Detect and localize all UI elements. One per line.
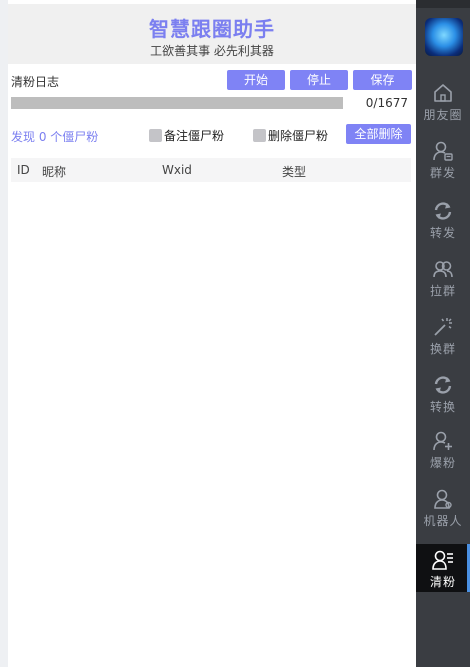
header: 智慧跟圈助手 工欲善其事 必先利其器: [8, 4, 416, 64]
left-edge: [0, 0, 8, 667]
main-panel: 智慧跟圈助手 工欲善其事 必先利其器 清粉日志 开始 停止 保存 0/1677 …: [0, 0, 416, 667]
sidebar-item-label: 换群: [429, 342, 456, 356]
note-zombie-label: 备注僵尸粉: [164, 129, 225, 143]
sidebar-item-label: 拉群: [429, 284, 456, 298]
sidebar-item-pull-group[interactable]: 拉群: [416, 258, 470, 306]
table-header: ID 昵称 Wxid 类型: [11, 158, 411, 182]
column-type[interactable]: 类型: [282, 163, 306, 180]
app-title: 智慧跟圈助手: [149, 17, 275, 41]
sidebar-item-switch-group[interactable]: 换群: [416, 316, 470, 364]
column-id[interactable]: ID: [17, 163, 30, 177]
user-message-icon: [433, 141, 453, 161]
sidebar-item-label: 朋友圈: [423, 108, 463, 122]
note-zombie-checkbox[interactable]: 备注僵尸粉: [149, 127, 224, 144]
sidebar-item-moments[interactable]: 朋友圈: [416, 82, 470, 130]
delete-all-button[interactable]: 全部删除: [346, 124, 411, 144]
sidebar-item-clean-fans[interactable]: 清粉: [416, 544, 470, 592]
sidebar-item-label: 转发: [429, 226, 456, 240]
sidebar-item-label: 清粉: [429, 575, 456, 589]
sidebar-item-robot[interactable]: 机器人: [416, 488, 470, 536]
column-wxid[interactable]: Wxid: [162, 163, 192, 177]
delete-zombie-label: 删除僵尸粉: [268, 129, 329, 143]
user-list-icon: [432, 550, 453, 570]
sidebar-item-boost-fans[interactable]: 爆粉: [416, 430, 470, 478]
app-logo: [425, 18, 463, 56]
checkbox-box[interactable]: [149, 129, 162, 142]
robot-user-icon: [434, 489, 452, 509]
save-button[interactable]: 保存: [353, 70, 412, 90]
start-button[interactable]: 开始: [227, 70, 285, 90]
toolbar: 清粉日志 开始 停止 保存: [11, 70, 413, 92]
filter-row: 发现 0 个僵尸粉 备注僵尸粉 删除僵尸粉 全部删除: [11, 124, 413, 146]
sidebar-item-forward[interactable]: 转发: [416, 200, 470, 248]
column-nickname[interactable]: 昵称: [42, 163, 66, 180]
sidebar-item-label: 群发: [429, 166, 456, 180]
sparkle-icon: [434, 318, 452, 336]
home-icon: [434, 84, 452, 102]
sidebar-top-strip: [416, 0, 470, 8]
refresh-icon: [434, 376, 452, 394]
app-subtitle: 工欲善其事 必先利其器: [150, 44, 274, 58]
progress-text: 0/1677: [365, 96, 408, 110]
log-label: 清粉日志: [11, 75, 60, 89]
sidebar-item-label: 转换: [429, 400, 456, 414]
add-user-icon: [433, 431, 452, 451]
stop-button[interactable]: 停止: [290, 70, 348, 90]
sidebar-item-convert[interactable]: 转换: [416, 374, 470, 422]
found-count-text: 发现 0 个僵尸粉: [11, 130, 99, 144]
sidebar-item-label: 爆粉: [429, 456, 456, 470]
group-icon: [433, 261, 453, 278]
checkbox-box[interactable]: [253, 129, 266, 142]
app-window: 智慧跟圈助手 工欲善其事 必先利其器 清粉日志 开始 停止 保存 0/1677 …: [0, 0, 470, 667]
delete-zombie-checkbox[interactable]: 删除僵尸粉: [253, 127, 328, 144]
progress-bar: [11, 97, 343, 109]
refresh-icon: [434, 202, 452, 220]
sidebar-item-broadcast[interactable]: 群发: [416, 140, 470, 188]
sidebar-item-label: 机器人: [423, 514, 463, 528]
